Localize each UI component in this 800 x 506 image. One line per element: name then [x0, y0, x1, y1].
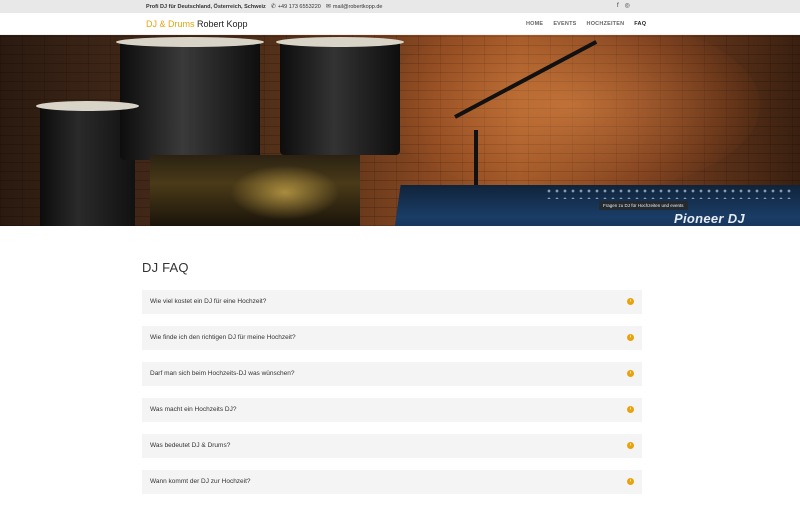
main-nav: HOME EVENTS HOCHZEITEN FAQ: [526, 21, 646, 27]
site-header: DJ & Drums Robert Kopp HOME EVENTS HOCHZ…: [0, 13, 800, 35]
faq-item[interactable]: Darf man sich beim Hochzeits-DJ was wüns…: [142, 362, 642, 386]
facebook-icon[interactable]: f: [617, 2, 619, 10]
faq-question: Was macht ein Hochzeits DJ?: [150, 406, 237, 413]
expand-icon[interactable]: ›: [627, 334, 634, 341]
nav-item-hochzeiten[interactable]: HOCHZEITEN: [587, 21, 625, 27]
phone-contact[interactable]: ✆ +49 173 6553220: [271, 3, 321, 11]
drum-rim: [36, 101, 139, 111]
faq-question: Darf man sich beim Hochzeits-DJ was wüns…: [150, 370, 295, 377]
pioneer-logo: Pioneer DJ: [674, 211, 745, 226]
faq-item[interactable]: Wie finde ich den richtigen DJ für meine…: [142, 326, 642, 350]
instagram-icon[interactable]: ◎: [625, 2, 630, 10]
faq-question: Wann kommt der DJ zur Hochzeit?: [150, 478, 251, 485]
email-contact[interactable]: ✉ mail@robertkopp.de: [326, 3, 383, 11]
mixer-knobs: [545, 187, 795, 199]
drum-right: [280, 40, 400, 155]
nav-item-faq[interactable]: FAQ: [634, 21, 646, 27]
faq-item[interactable]: Wie viel kostet ein DJ für eine Hochzeit…: [142, 290, 642, 314]
page-title: DJ FAQ: [142, 260, 189, 275]
stand-highlight: [230, 165, 340, 220]
tagline: Profi DJ für Deutschland, Österreich, Sc…: [146, 4, 266, 10]
phone-number: +49 173 6553220: [277, 4, 321, 10]
expand-icon[interactable]: ›: [627, 478, 634, 485]
logo-name: Robert Kopp: [197, 19, 248, 29]
drum-rim: [276, 37, 404, 47]
faq-question: Was bedeutet DJ & Drums?: [150, 442, 231, 449]
logo-brand: DJ & Drums: [146, 19, 195, 29]
top-info-bar: Profi DJ für Deutschland, Österreich, Sc…: [0, 0, 800, 13]
phone-icon: ✆: [270, 4, 276, 10]
nav-item-events[interactable]: EVENTS: [553, 21, 576, 27]
contact-info: Profi DJ für Deutschland, Österreich, Sc…: [146, 3, 382, 11]
mail-icon: ✉: [325, 4, 331, 10]
faq-question: Wie finde ich den richtigen DJ für meine…: [150, 334, 296, 341]
social-links: f ◎: [617, 2, 630, 10]
nav-item-home[interactable]: HOME: [526, 21, 543, 27]
faq-question: Wie viel kostet ein DJ für eine Hochzeit…: [150, 298, 267, 305]
faq-item[interactable]: Was bedeutet DJ & Drums? ›: [142, 434, 642, 458]
expand-icon[interactable]: ›: [627, 442, 634, 449]
hero-caption-tooltip: Fragen zu DJ für Hochzeiten und events: [599, 201, 688, 210]
drum-center: [120, 40, 260, 160]
email-address: mail@robertkopp.de: [332, 4, 383, 10]
faq-section: DJ FAQ Wie viel kostet ein DJ für eine H…: [142, 260, 642, 506]
expand-icon[interactable]: ›: [627, 370, 634, 377]
drum-rim: [116, 37, 264, 47]
faq-item[interactable]: Wann kommt der DJ zur Hochzeit? ›: [142, 470, 642, 494]
expand-icon[interactable]: ›: [627, 298, 634, 305]
expand-icon[interactable]: ›: [627, 406, 634, 413]
faq-item[interactable]: Was macht ein Hochzeits DJ? ›: [142, 398, 642, 422]
site-logo[interactable]: DJ & Drums Robert Kopp: [146, 19, 248, 29]
hero-image: Pioneer DJ Fragen zu DJ für Hochzeiten u…: [0, 35, 800, 226]
